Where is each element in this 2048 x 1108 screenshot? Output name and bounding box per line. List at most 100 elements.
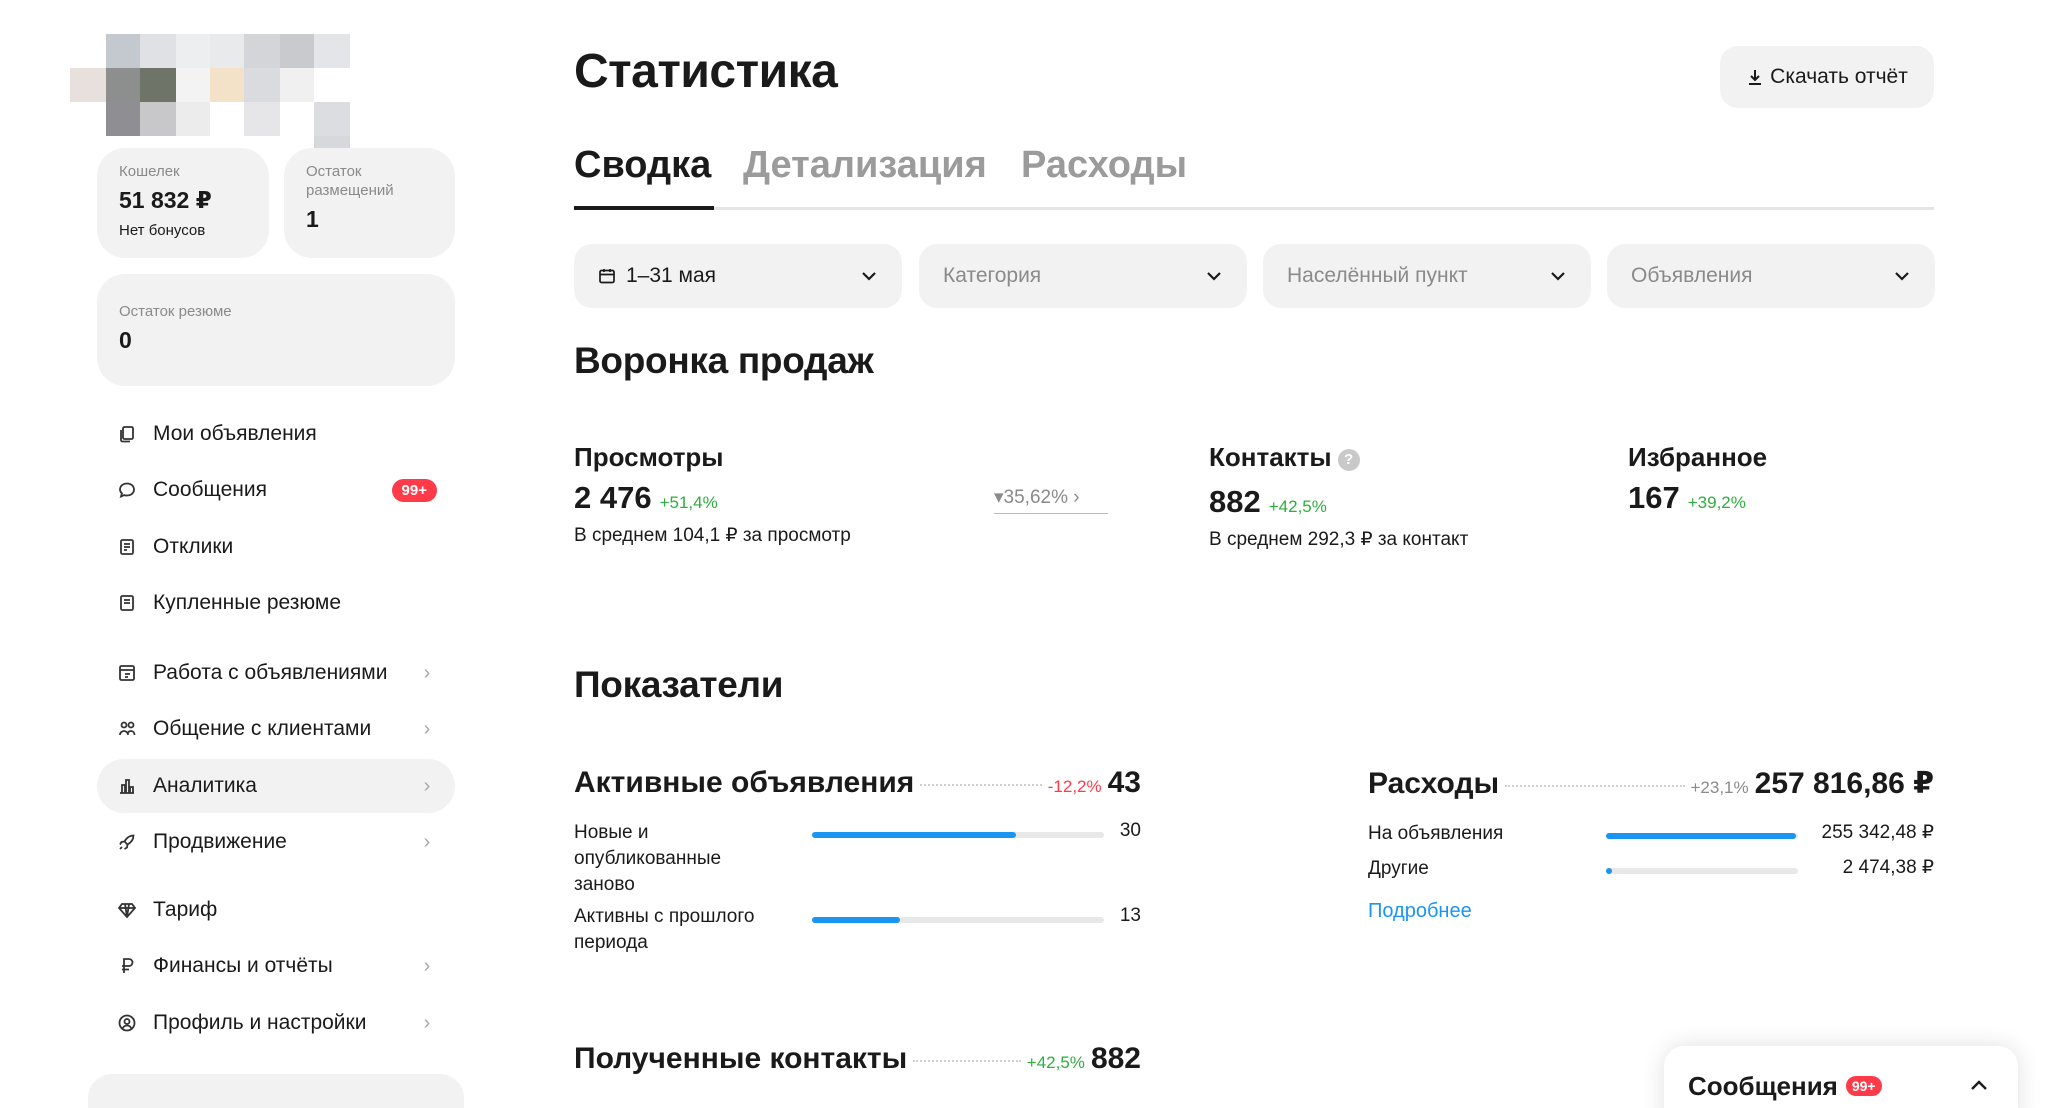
contacts-label: Контакты xyxy=(1209,442,1332,472)
download-icon xyxy=(1749,70,1762,85)
city-filter[interactable]: Населённый пункт xyxy=(1263,244,1591,308)
avatar[interactable] xyxy=(70,34,386,162)
funnel-heading: Воронка продаж xyxy=(574,340,874,381)
sidebar-item-ads-work[interactable]: Работа с объявлениями › xyxy=(97,646,455,700)
new-ads-value: 30 xyxy=(1119,820,1141,841)
favorites-value-row: 167 +39,2% xyxy=(1628,480,1746,516)
chevron-up-icon[interactable] xyxy=(1966,1073,1992,1099)
help-icon[interactable]: ? xyxy=(1337,449,1360,471)
messages-widget-badge: 99+ xyxy=(1845,1076,1882,1096)
active-ads-value: 43 xyxy=(1107,766,1141,799)
leader-dots xyxy=(913,1060,1021,1062)
profile-icon xyxy=(117,1013,137,1033)
tab-expenses[interactable]: Расходы xyxy=(1021,144,1187,187)
wallet-bonus: Нет бонусов xyxy=(119,222,206,239)
views-change: +51,4% xyxy=(659,493,718,512)
sidebar-item-messages[interactable]: Сообщения 99+ xyxy=(97,463,455,517)
period-filter-value: 1–31 мая xyxy=(626,264,717,287)
sidebar-item-purchased-resumes[interactable]: Купленные резюме xyxy=(97,576,455,630)
new-ads-bar-fill xyxy=(812,832,1017,838)
placements-value: 1 xyxy=(306,206,319,232)
ads-expenses-bar xyxy=(1606,833,1798,839)
carryover-ads-label: Активны с прошлого периода xyxy=(574,906,755,953)
wallet-card[interactable]: Кошелек 51 832 ₽ Нет бонусов xyxy=(97,148,269,258)
sidebar-item-clients[interactable]: Общение с клиентами › xyxy=(97,702,455,756)
active-ads-change: -12,2% xyxy=(1047,777,1102,796)
conversion-rate: 35,62% xyxy=(1003,487,1068,508)
favorites-label: Избранное xyxy=(1628,442,1768,472)
other-expenses-value: 2 474,38 ₽ xyxy=(1842,857,1934,878)
placements-card[interactable]: Остаток размещений 1 xyxy=(284,148,455,258)
received-contacts-change: +42,5% xyxy=(1026,1053,1085,1072)
category-filter[interactable]: Категория xyxy=(919,244,1247,308)
messages-count-badge: 99+ xyxy=(391,478,437,502)
download-report-button[interactable]: Скачать отчёт xyxy=(1720,46,1934,108)
contacts-average: В среднем 292,3 ₽ за контакт xyxy=(1209,529,1469,550)
chevron-down-icon xyxy=(1207,272,1221,281)
ruble-icon xyxy=(117,956,137,976)
sidebar-item-label: Тариф xyxy=(153,898,218,921)
other-expenses-bar-fill xyxy=(1606,868,1612,874)
sidebar-item-label: Купленные резюме xyxy=(153,591,341,614)
messages-widget[interactable]: Сообщения 99+ xyxy=(1664,1046,2018,1108)
sidebar-item-responses[interactable]: Отклики xyxy=(97,520,455,574)
indicators-heading: Показатели xyxy=(574,664,784,705)
views-label: Просмотры xyxy=(574,442,724,472)
tab-summary[interactable]: Сводка xyxy=(574,144,711,187)
expenses-more-link[interactable]: Подробнее xyxy=(1368,900,1472,923)
views-average: В среднем 104,1 ₽ за просмотр xyxy=(574,525,851,546)
resume-balance-card[interactable]: Остаток резюме 0 xyxy=(97,274,455,386)
sidebar-bottom-card[interactable] xyxy=(88,1074,464,1108)
period-filter[interactable]: 1–31 мая xyxy=(574,244,902,308)
resume-balance-value: 0 xyxy=(119,327,132,353)
chevron-right-icon: › xyxy=(423,954,431,977)
diamond-icon xyxy=(117,900,137,920)
contacts-value: 882 xyxy=(1209,484,1261,519)
sidebar-item-finance[interactable]: Финансы и отчёты › xyxy=(97,939,455,993)
sidebar-item-label: Финансы и отчёты xyxy=(153,954,333,977)
other-expenses-bar xyxy=(1606,868,1798,874)
active-ads-header: Активные объявления -12,2% 43 xyxy=(574,766,1141,802)
contacts-change: +42,5% xyxy=(1268,497,1327,516)
sidebar-item-profile[interactable]: Профиль и настройки › xyxy=(97,996,455,1050)
active-tab-indicator xyxy=(574,206,714,210)
favorites-change: +39,2% xyxy=(1687,493,1746,512)
sidebar-item-analytics[interactable]: Аналитика › xyxy=(97,759,455,813)
chevron-right-icon: › xyxy=(423,1011,431,1034)
expenses-change: +23,1% xyxy=(1690,778,1749,797)
ads-filter[interactable]: Объявления xyxy=(1607,244,1935,308)
leader-dots xyxy=(920,784,1042,786)
sidebar-item-my-ads[interactable]: Мои объявления xyxy=(97,407,455,461)
ads-expenses-bar-fill xyxy=(1606,833,1797,839)
sidebar-item-label: Сообщения xyxy=(153,478,267,501)
sidebar-item-label: Отклики xyxy=(153,535,234,558)
wallet-label: Кошелек xyxy=(119,163,180,180)
chart-icon xyxy=(117,776,137,796)
people-icon xyxy=(117,719,137,739)
category-filter-placeholder: Категория xyxy=(943,264,1042,287)
received-contacts-label: Полученные контакты xyxy=(574,1042,908,1075)
rocket-icon xyxy=(117,832,137,852)
tab-bar: Сводка Детализация Расходы xyxy=(574,140,1934,210)
ads-work-icon xyxy=(117,663,137,683)
tab-details[interactable]: Детализация xyxy=(743,144,987,187)
response-icon xyxy=(117,537,137,557)
contacts-label-row: Контакты? xyxy=(1209,442,1360,473)
conversion-link[interactable]: ▾35,62% › xyxy=(994,486,1108,514)
chevron-down-icon xyxy=(862,272,876,281)
carryover-ads-value: 13 xyxy=(1119,905,1141,926)
sidebar-item-tariff[interactable]: Тариф xyxy=(97,883,455,937)
chevron-down-icon xyxy=(1551,272,1565,281)
chat-icon xyxy=(117,480,137,500)
resume-icon xyxy=(117,593,137,613)
received-contacts-header: Полученные контакты +42,5% 882 xyxy=(574,1042,1141,1078)
ads-filter-placeholder: Объявления xyxy=(1631,264,1753,287)
copy-icon xyxy=(117,424,137,444)
funnel-filter-icon: ▾ xyxy=(994,487,1004,508)
sidebar-item-label: Работа с объявлениями xyxy=(153,661,388,684)
page-title: Статистика xyxy=(574,45,838,98)
placements-label: Остаток размещений xyxy=(306,163,394,199)
sidebar-item-promotion[interactable]: Продвижение › xyxy=(97,815,455,869)
sidebar-item-label: Общение с клиентами xyxy=(153,717,372,740)
sidebar: Кошелек 51 832 ₽ Нет бонусов Остаток раз… xyxy=(0,0,470,1108)
